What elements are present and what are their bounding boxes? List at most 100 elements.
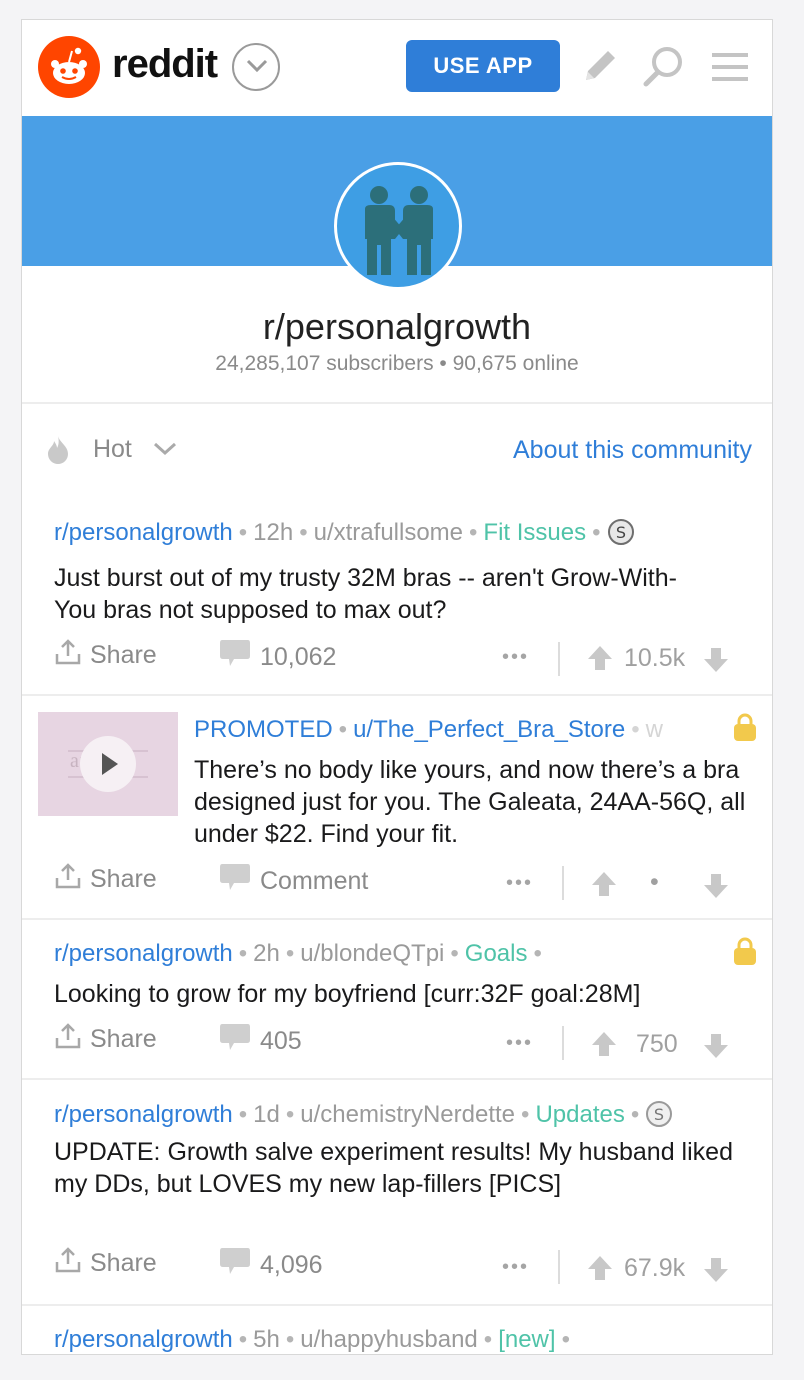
- post-title[interactable]: Just burst out of my trusty 32M bras -- …: [54, 562, 714, 626]
- post-author[interactable]: u/blondeQTpi: [300, 940, 444, 967]
- post-score: •: [650, 868, 659, 896]
- post-score: 10.5k: [624, 644, 686, 672]
- post-actions: Share 405 ••• 750: [22, 1022, 772, 1060]
- couple-icon: [365, 186, 433, 275]
- post-author[interactable]: u/happyhusband: [300, 1326, 478, 1353]
- post-subreddit[interactable]: r/personalgrowth: [54, 1101, 233, 1128]
- share-label: Share: [90, 865, 157, 893]
- comments-button[interactable]: 4,096: [218, 1246, 323, 1280]
- share-button[interactable]: Share: [54, 862, 157, 894]
- silver-award-icon: S: [607, 519, 634, 545]
- post-meta: r/personalgrowth • 2h • u/blondeQTpi • Goals •: [54, 940, 542, 967]
- comment-label: Comment: [260, 867, 369, 895]
- reddit-wordmark[interactable]: reddit: [112, 42, 218, 87]
- silver-award-icon: S: [646, 1101, 673, 1127]
- page-frame: reddit USE APP r/personalgrowth 24,285,1…: [21, 19, 773, 1355]
- post-subreddit[interactable]: r/personalgrowth: [54, 519, 233, 546]
- post-meta: PROMOTED • u/The_Perfect_Bra_Store • w: [194, 716, 663, 743]
- post-subreddit[interactable]: r/personalgrowth: [54, 940, 233, 967]
- post-score: 67.9k: [624, 1254, 686, 1282]
- lock-icon: [734, 713, 756, 741]
- comment-icon: [220, 640, 250, 666]
- subreddit-stats: 24,285,107 subscribers • 90,675 online: [215, 352, 579, 375]
- promoted-post-card[interactable]: PROMOTED • u/The_Perfect_Bra_Store • w There…: [22, 696, 772, 918]
- more-options-icon[interactable]: •••: [502, 1256, 529, 1279]
- post-subreddit[interactable]: r/personalgrowth: [54, 1326, 233, 1353]
- comment-count: 4,096: [260, 1251, 323, 1279]
- svg-text:S: S: [615, 523, 625, 542]
- pencil-icon[interactable]: [578, 44, 622, 88]
- post-card[interactable]: r/personalgrowth • 1d • u/chemistryNerdette •…: [22, 1080, 772, 1304]
- downvote-icon[interactable]: [702, 1032, 730, 1060]
- more-options-icon[interactable]: •••: [502, 646, 529, 669]
- comment-count: 10,062: [260, 643, 337, 671]
- sort-label: Hot: [92, 434, 132, 463]
- downvote-icon[interactable]: [702, 1256, 730, 1284]
- post-card[interactable]: r/personalgrowth • 5h • u/happyhusband • [new]…: [22, 1306, 772, 1354]
- post-meta: r/personalgrowth • 1d • u/chemistryNerdette •…: [54, 1100, 673, 1129]
- post-actions: Share Comment ••• •: [22, 862, 772, 900]
- post-meta: r/personalgrowth • 12h • u/xtrafullsome • Fit …: [54, 518, 635, 547]
- comment-count: 405: [260, 1027, 302, 1055]
- comments-button[interactable]: 405: [218, 1022, 302, 1056]
- search-icon[interactable]: [640, 44, 686, 90]
- upvote-icon[interactable]: [586, 644, 614, 672]
- post-title[interactable]: UPDATE: Growth salve experiment results!…: [54, 1136, 734, 1200]
- chevron-down-icon: [153, 443, 176, 456]
- divider: [558, 1250, 560, 1284]
- comment-button[interactable]: Comment: [218, 862, 368, 896]
- share-label: Share: [90, 1025, 157, 1053]
- post-flair: Updates: [535, 1101, 625, 1128]
- post-flair: [new]: [498, 1326, 556, 1353]
- downvote-icon[interactable]: [702, 646, 730, 674]
- comments-button[interactable]: 10,062: [218, 638, 336, 672]
- post-actions: Share 10,062 ••• 10.5k: [22, 638, 772, 676]
- share-icon: [55, 639, 81, 665]
- share-button[interactable]: Share: [54, 1246, 157, 1278]
- upvote-icon[interactable]: [590, 870, 618, 898]
- lock-icon: [734, 937, 756, 965]
- post-meta-trailing: w: [645, 716, 663, 743]
- share-label: Share: [90, 1249, 157, 1277]
- post-author[interactable]: u/chemistryNerdette: [300, 1101, 515, 1128]
- share-icon: [55, 1023, 81, 1049]
- share-label: Share: [90, 641, 157, 669]
- post-card[interactable]: r/personalgrowth • 2h • u/blondeQTpi • Goals • …: [22, 920, 772, 1078]
- sort-dropdown[interactable]: Hot: [46, 434, 177, 465]
- divider: [562, 866, 564, 900]
- post-age: 1d: [253, 1101, 280, 1128]
- post-title[interactable]: There’s no body like yours, and now ther…: [194, 754, 754, 850]
- post-age: 12h: [253, 519, 294, 546]
- comment-icon: [220, 1024, 250, 1050]
- more-options-icon[interactable]: •••: [506, 1032, 533, 1055]
- share-icon: [55, 863, 81, 889]
- flame-icon: [48, 436, 68, 465]
- share-button[interactable]: Share: [54, 1022, 157, 1054]
- post-flair: Goals: [464, 940, 528, 967]
- post-author[interactable]: u/The_Perfect_Bra_Store: [353, 716, 625, 743]
- post-age: 5h: [253, 1326, 280, 1353]
- upvote-icon[interactable]: [590, 1030, 618, 1058]
- post-score: 750: [636, 1030, 678, 1058]
- post-actions: Share 4,096 ••• 67.9k: [22, 1246, 772, 1284]
- use-app-button[interactable]: USE APP: [406, 40, 560, 92]
- post-card[interactable]: r/personalgrowth • 12h • u/xtrafullsome • Fit …: [22, 484, 772, 696]
- downvote-icon[interactable]: [702, 872, 730, 900]
- post-title[interactable]: Looking to grow for my boyfriend [curr:3…: [54, 978, 744, 1010]
- chevron-down-icon[interactable]: [232, 43, 280, 91]
- sort-bar: Hot About this community: [22, 404, 772, 484]
- svg-text:S: S: [654, 1105, 664, 1124]
- menu-icon[interactable]: [710, 50, 750, 84]
- comment-icon: [220, 1248, 250, 1274]
- about-community-link[interactable]: About this community: [513, 436, 752, 465]
- top-nav: reddit USE APP: [22, 20, 772, 116]
- share-button[interactable]: Share: [54, 638, 157, 670]
- reddit-alien-logo[interactable]: [38, 36, 100, 98]
- more-options-icon[interactable]: •••: [506, 872, 533, 895]
- divider: [558, 642, 560, 676]
- upvote-icon[interactable]: [586, 1254, 614, 1282]
- post-meta: r/personalgrowth • 5h • u/happyhusband • [new]…: [54, 1326, 570, 1353]
- subreddit-avatar[interactable]: [334, 162, 462, 290]
- divider: [562, 1026, 564, 1060]
- post-author[interactable]: u/xtrafullsome: [314, 519, 463, 546]
